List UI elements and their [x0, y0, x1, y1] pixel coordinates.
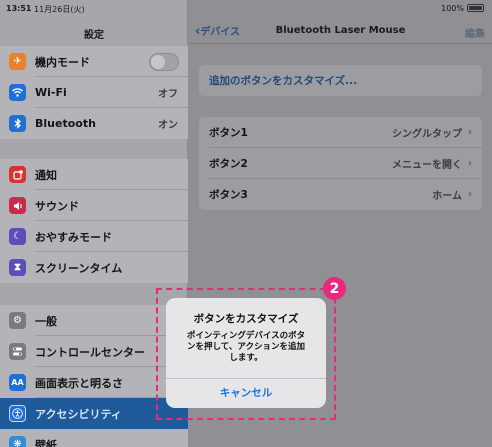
settings-screen: 設定 ✈ 機内モード Wi-Fi オフ Bluetooth オン 通知 サウンド… [0, 0, 492, 447]
sidebar-item-bluetooth[interactable]: Bluetooth オン [0, 108, 188, 139]
moon-icon: ☾ [9, 228, 26, 245]
status-bar: 13:51 11月26日(火) 100% [0, 0, 492, 18]
navigation-bar: ‹デバイス Bluetooth Laser Mouse 編集 [189, 18, 492, 44]
chevron-right-icon: › [468, 127, 472, 138]
sidebar-group-notifications: 通知 サウンド ☾ おやすみモード ⧗ スクリーンタイム [0, 159, 188, 283]
sidebar-item-wallpaper[interactable]: ❋ 壁紙 [0, 429, 188, 447]
sidebar-item-do-not-disturb[interactable]: ☾ おやすみモード [0, 221, 188, 252]
customize-card: 追加のボタンをカスタマイズ... [199, 65, 482, 96]
battery-percentage: 100% [441, 4, 464, 13]
wallpaper-icon: ❋ [9, 436, 26, 447]
hourglass-icon: ⧗ [9, 259, 26, 276]
notification-icon [9, 166, 26, 183]
customize-link-label: 追加のボタンをカスタマイズ... [209, 75, 358, 87]
button-row[interactable]: ボタン1 シングルタップ › [199, 117, 482, 148]
bluetooth-status: オン [158, 120, 178, 131]
edit-button[interactable]: 編集 [465, 25, 485, 40]
airplane-mode-toggle[interactable] [149, 52, 179, 71]
annotation-step-marker: 2 [323, 277, 346, 300]
accessibility-icon [9, 405, 26, 422]
button-action: シングルタップ [392, 129, 462, 140]
bluetooth-icon [9, 115, 26, 132]
button-row[interactable]: ボタン2 メニューを開く › [199, 148, 482, 179]
sidebar-item-label: Bluetooth [35, 117, 96, 130]
sidebar-item-screen-time[interactable]: ⧗ スクリーンタイム [0, 252, 188, 283]
sound-icon [9, 197, 26, 214]
sidebar-item-label: サウンド [35, 199, 79, 213]
wifi-icon [9, 84, 26, 101]
text-size-icon: AA [9, 374, 26, 391]
chevron-right-icon: › [468, 189, 472, 200]
button-label: ボタン1 [209, 127, 248, 139]
sidebar-item-label: 壁紙 [35, 438, 57, 447]
sidebar-item-label: 機内モード [35, 55, 90, 69]
gear-icon: ⚙ [9, 312, 26, 329]
sidebar-group-connectivity: ✈ 機内モード Wi-Fi オフ Bluetooth オン [0, 46, 188, 139]
button-assignments-card: ボタン1 シングルタップ › ボタン2 メニューを開く › ボタン3 ホーム › [199, 117, 482, 210]
sidebar-item-label: スクリーンタイム [35, 261, 123, 275]
sidebar-item-airplane-mode[interactable]: ✈ 機内モード [0, 46, 188, 77]
status-time: 13:51 [6, 4, 32, 13]
button-action: メニューを開く [392, 160, 462, 171]
sidebar-item-label: おやすみモード [35, 230, 112, 244]
airplane-icon: ✈ [9, 53, 26, 70]
switches-icon [9, 343, 26, 360]
status-date: 11月26日(火) [34, 5, 85, 14]
wifi-status: オフ [158, 89, 178, 100]
button-label: ボタン3 [209, 189, 248, 201]
sidebar-item-sounds[interactable]: サウンド [0, 190, 188, 221]
sidebar-item-wifi[interactable]: Wi-Fi オフ [0, 77, 188, 108]
annotation-highlight-box [156, 288, 336, 420]
chevron-right-icon: › [468, 158, 472, 169]
button-label: ボタン2 [209, 158, 248, 170]
sidebar-item-notifications[interactable]: 通知 [0, 159, 188, 190]
sidebar-item-label: Wi-Fi [35, 86, 67, 99]
sidebar-title: 設定 [84, 30, 104, 41]
sidebar-item-label: 通知 [35, 168, 57, 182]
page-title: Bluetooth Laser Mouse [275, 25, 406, 36]
button-row[interactable]: ボタン3 ホーム › [199, 179, 482, 210]
battery-icon [467, 4, 484, 12]
button-action: ホーム [432, 191, 462, 202]
customize-additional-buttons-link[interactable]: 追加のボタンをカスタマイズ... [199, 65, 482, 96]
